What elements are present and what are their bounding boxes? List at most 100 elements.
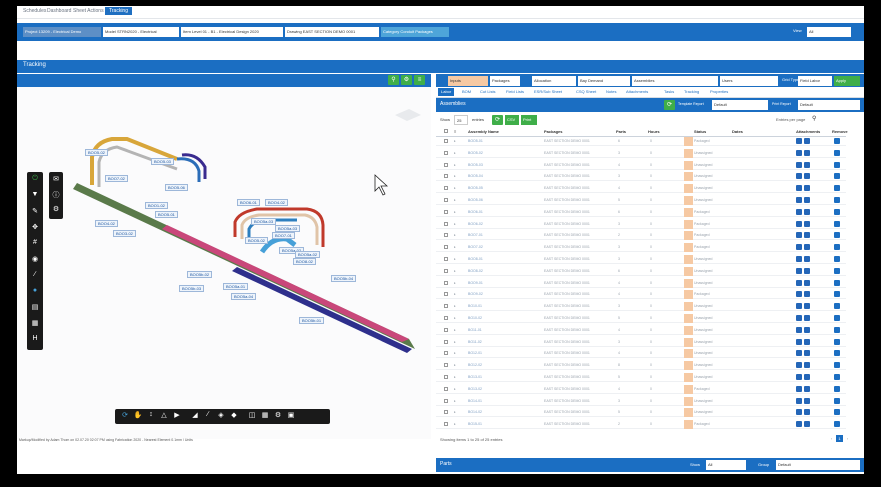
- assembly-tag[interactable]: BOO5b-03: [179, 285, 205, 292]
- edit-attachment-icon[interactable]: [796, 173, 802, 180]
- assembly-tag[interactable]: BOO1-02: [145, 202, 168, 209]
- edit-attachment-icon[interactable]: [796, 185, 802, 192]
- row-checkbox[interactable]: [444, 162, 448, 167]
- settings-icon[interactable]: ⚙: [272, 411, 284, 419]
- expand-icon[interactable]: ▸: [454, 387, 456, 391]
- assembly-tag[interactable]: BOO5b-04: [331, 275, 357, 282]
- remove-icon[interactable]: [834, 338, 840, 345]
- row-checkbox[interactable]: [444, 150, 448, 155]
- assembly-name-link[interactable]: BOO5-04: [468, 174, 483, 178]
- edit-attachment-icon[interactable]: [796, 220, 802, 227]
- row-checkbox[interactable]: [444, 304, 448, 309]
- remove-icon[interactable]: [834, 197, 840, 203]
- prev-page-button[interactable]: ‹: [828, 435, 835, 442]
- nav-schedules[interactable]: Schedules: [23, 8, 46, 14]
- table-row[interactable]: ▸ BOO5-03 EAST SECTION DEMO 0001 4 0 Unassign…: [436, 160, 846, 170]
- drawing-select[interactable]: Drawing EAST SECTION DEMO 0001: [285, 27, 379, 37]
- assembly-tag[interactable]: BOO5-03: [151, 158, 174, 165]
- assembly-name-link[interactable]: BOO9-02: [468, 292, 483, 296]
- edit-attachment-icon[interactable]: [796, 279, 802, 286]
- edit-attachment-icon[interactable]: [796, 315, 802, 321]
- remove-icon[interactable]: [834, 149, 840, 156]
- edit-attachment-icon[interactable]: [796, 338, 802, 345]
- comment-icon[interactable]: ✉: [50, 175, 62, 183]
- properties-icon[interactable]: ▦: [259, 411, 271, 419]
- view-attachment-icon[interactable]: [804, 244, 810, 251]
- assembly-tag[interactable]: BOO7-01: [272, 232, 295, 239]
- remove-icon[interactable]: [834, 244, 840, 251]
- next-page-button[interactable]: ›: [844, 435, 851, 442]
- view-attachment-icon[interactable]: [804, 350, 810, 357]
- filter-icon[interactable]: ▼: [29, 191, 41, 198]
- show-count-select[interactable]: 25: [454, 115, 468, 125]
- layers-icon[interactable]: ≡: [414, 75, 425, 85]
- view-attachment-icon[interactable]: [804, 149, 810, 156]
- expand-icon[interactable]: ▸: [454, 269, 456, 273]
- assembly-name-link[interactable]: BOO5-06: [468, 198, 483, 202]
- tab-cut-lists[interactable]: Cut Lists: [480, 89, 496, 94]
- view-attachment-icon[interactable]: [804, 397, 810, 404]
- measure-icon[interactable]: ∕: [202, 411, 214, 418]
- view-select[interactable]: All: [807, 27, 851, 37]
- tab-esr-sub-sheet[interactable]: ESR/Sub Sheet: [534, 89, 562, 94]
- expand-icon[interactable]: ▸: [454, 351, 456, 355]
- view-attachment-icon[interactable]: [804, 173, 810, 180]
- assembly-tag[interactable]: BOO4-02: [265, 199, 288, 206]
- assembly-tag[interactable]: BOO4-02: [95, 220, 118, 227]
- model-select[interactable]: Model STRN2020 - Electrical: [103, 27, 179, 37]
- nav-dashboard[interactable]: Dashboard: [47, 8, 71, 14]
- expand-icon[interactable]: ▸: [454, 151, 456, 155]
- edit-attachment-icon[interactable]: [796, 267, 802, 274]
- assembly-tag[interactable]: BOO6-01: [237, 199, 260, 206]
- view-attachment-icon[interactable]: [804, 338, 810, 345]
- assembly-name-link[interactable]: BO14-01: [468, 399, 482, 403]
- remove-icon[interactable]: [834, 421, 840, 428]
- table-row[interactable]: ▸ BOO5-05 EAST SECTION DEMO 0001 4 0 Unassign…: [436, 184, 846, 194]
- apply-button[interactable]: Apply: [834, 76, 860, 86]
- parts-show-select[interactable]: All: [706, 460, 746, 470]
- view-attachment-icon[interactable]: [804, 232, 810, 239]
- edit-attachment-icon[interactable]: [796, 350, 802, 357]
- assembly-tag[interactable]: BOO8-02: [293, 258, 316, 265]
- assembly-name-link[interactable]: BO15-01: [468, 422, 482, 426]
- view-attachment-icon[interactable]: [804, 161, 810, 168]
- table-row[interactable]: ▸ BO11-02 EAST SECTION DEMO 0001 3 0 Unassign…: [436, 337, 846, 347]
- assembly-tag[interactable]: BOO5a-04: [231, 293, 257, 300]
- expand-icon[interactable]: ▸: [454, 222, 456, 226]
- assembly-name-link[interactable]: BO12-01: [468, 351, 482, 355]
- expand-icon[interactable]: ▸: [454, 174, 456, 178]
- expand-icon[interactable]: ▸: [454, 410, 456, 414]
- remove-icon[interactable]: [834, 138, 840, 144]
- view-attachment-icon[interactable]: [804, 374, 810, 380]
- table-row[interactable]: ▸ BOO8-01 EAST SECTION DEMO 0001 3 0 Unassign…: [436, 255, 846, 264]
- tab-notes[interactable]: Notes: [606, 89, 616, 94]
- table-row[interactable]: ▸ BO14-02 EAST SECTION DEMO 0001 5 0 Unassign…: [436, 408, 846, 418]
- expand-icon[interactable]: ▸: [454, 257, 456, 261]
- edit-attachment-icon[interactable]: [796, 256, 802, 262]
- row-checkbox[interactable]: [444, 363, 448, 368]
- refresh-icon[interactable]: ⟳: [664, 100, 675, 110]
- edit-attachment-icon[interactable]: [796, 397, 802, 404]
- edit-attachment-icon[interactable]: [796, 409, 802, 416]
- expand-icon[interactable]: ▸: [454, 210, 456, 214]
- assembly-tag[interactable]: BOO3-02: [113, 230, 136, 237]
- col-packages[interactable]: Packages: [544, 129, 562, 134]
- settings-icon[interactable]: ⚙: [50, 205, 62, 213]
- assembly-tag[interactable]: BOO5-02: [245, 237, 268, 244]
- fit-icon[interactable]: ◆: [228, 411, 240, 419]
- row-checkbox[interactable]: [444, 198, 448, 202]
- expand-icon[interactable]: ▸: [454, 375, 456, 379]
- assembly-name-link[interactable]: BOO7-02: [468, 245, 483, 249]
- print-report-select[interactable]: Default: [798, 100, 860, 110]
- view-attachment-icon[interactable]: [804, 208, 810, 215]
- edit-attachment-icon[interactable]: [796, 362, 802, 369]
- row-checkbox[interactable]: [444, 327, 448, 332]
- edit-attachment-icon[interactable]: [796, 244, 802, 251]
- row-checkbox[interactable]: [444, 257, 448, 261]
- refresh-icon[interactable]: ⟳: [492, 115, 503, 125]
- col-dates[interactable]: Dates: [732, 129, 743, 134]
- tab-labor[interactable]: Labor: [438, 88, 455, 96]
- table-row[interactable]: ▸ BOO6-01 EAST SECTION DEMO 0001 6 0 Packaged: [436, 207, 846, 217]
- 3d-viewer[interactable]: BOO5-02 BOO5-03 BOO7-02 BOO5-06 BOO1-02 …: [17, 87, 431, 439]
- expand-icon[interactable]: ▸: [454, 233, 456, 237]
